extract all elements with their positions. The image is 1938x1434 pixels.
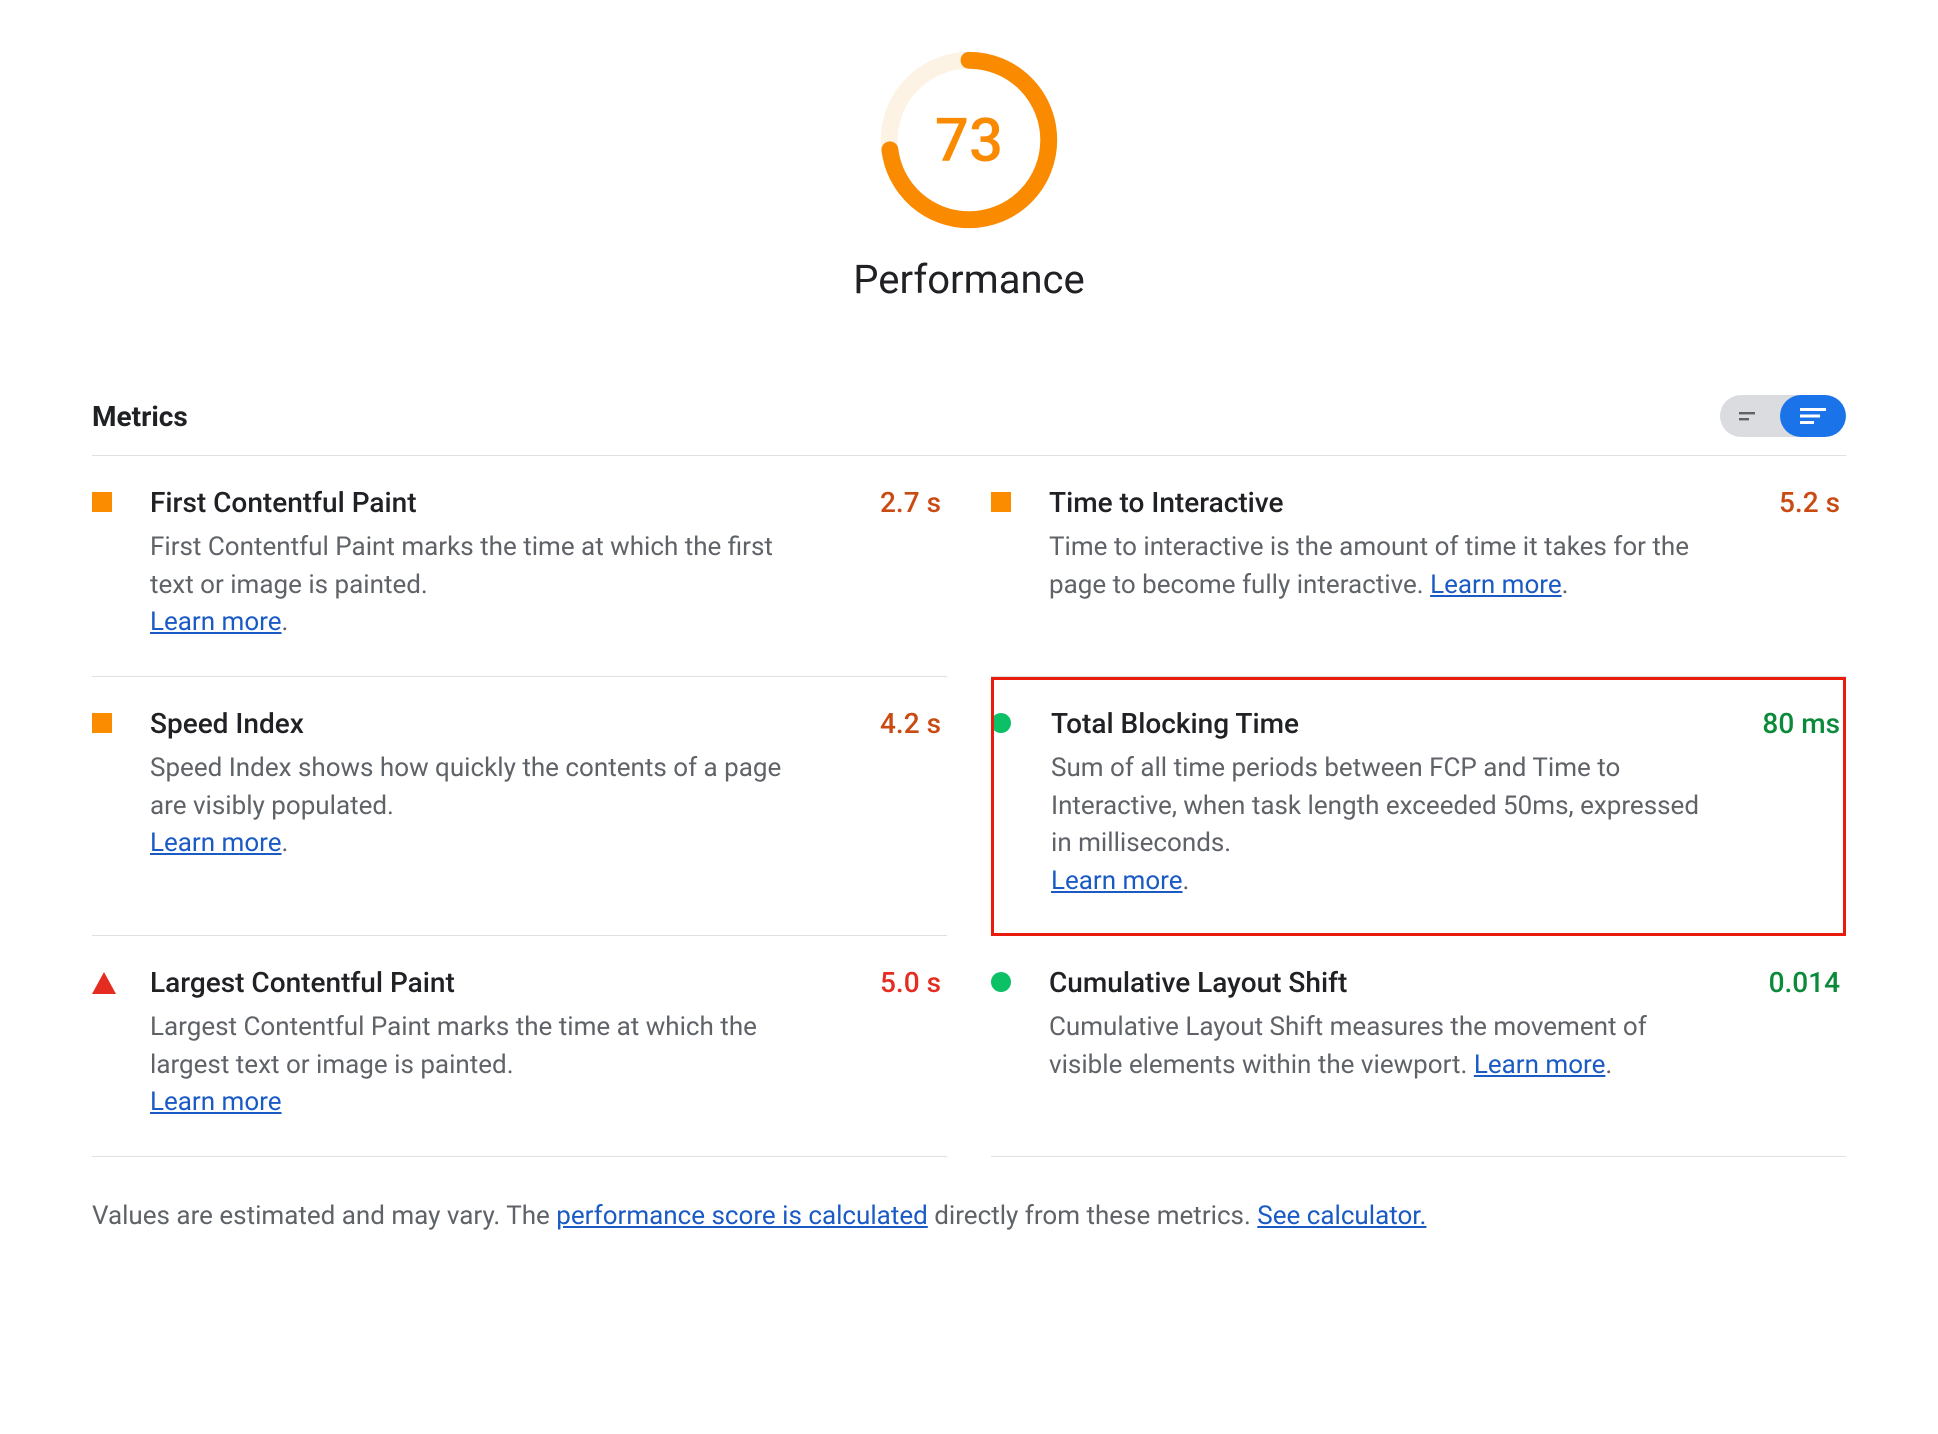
square-icon: [991, 492, 1011, 512]
triangle-icon: [92, 972, 116, 994]
footer-prefix: Values are estimated and may vary. The: [92, 1201, 556, 1231]
metric-status-icon: [92, 486, 150, 642]
metric-title: Speed Index: [150, 707, 807, 740]
metric-value: 4.2 s: [880, 707, 941, 740]
metric-status-icon: [92, 966, 150, 1122]
score-value: 73: [877, 48, 1061, 232]
learn-more-trail: .: [282, 828, 289, 858]
learn-more-link[interactable]: Learn more: [150, 828, 282, 858]
learn-more-link[interactable]: Learn more: [1051, 866, 1183, 896]
view-compact-button[interactable]: [1720, 395, 1780, 437]
metric-title: Largest Contentful Paint: [150, 966, 807, 999]
metric-status-icon: [991, 486, 1049, 642]
square-icon: [92, 713, 112, 733]
footer-middle: directly from these metrics.: [928, 1201, 1257, 1231]
metric-status-icon: [92, 707, 150, 901]
metric-description: Speed Index shows how quickly the conten…: [150, 750, 807, 863]
metric-description: Sum of all time periods between FCP and …: [1051, 750, 1706, 901]
metric-description: Cumulative Layout Shift measures the mov…: [1049, 1009, 1706, 1084]
metrics-section-title: Metrics: [92, 400, 188, 433]
gauge-label: Performance: [853, 256, 1084, 303]
footer-link-calculated[interactable]: performance score is calculated: [556, 1201, 928, 1231]
metric-si: Speed Index Speed Index shows how quickly…: [92, 677, 947, 936]
view-compact-icon: [1739, 409, 1761, 423]
metric-fcp: First Contentful Paint First Contentful P…: [92, 456, 947, 677]
metric-value: 5.0 s: [880, 966, 941, 999]
metric-title: Cumulative Layout Shift: [1049, 966, 1706, 999]
learn-more-link[interactable]: Learn more: [150, 607, 282, 637]
metric-tti: Time to Interactive Time to interactive i…: [991, 456, 1846, 677]
metric-lcp: Largest Contentful Paint Largest Contentf…: [92, 936, 947, 1157]
metric-title: First Contentful Paint: [150, 486, 807, 519]
metric-cls: Cumulative Layout Shift Cumulative Layout…: [991, 936, 1846, 1157]
square-icon: [92, 492, 112, 512]
learn-more-trail: .: [282, 607, 289, 637]
learn-more-trail: .: [1605, 1050, 1612, 1080]
view-expanded-icon: [1800, 407, 1826, 425]
metric-title: Time to Interactive: [1049, 486, 1706, 519]
view-toggle[interactable]: [1720, 395, 1846, 437]
metric-desc-text: Sum of all time periods between FCP and …: [1051, 753, 1699, 858]
metric-status-icon: [991, 707, 1049, 901]
learn-more-link[interactable]: Learn more: [1430, 570, 1562, 600]
metric-desc-text: Speed Index shows how quickly the conten…: [150, 753, 781, 821]
metrics-grid: First Contentful Paint First Contentful P…: [92, 455, 1846, 1157]
metric-tbt: Total Blocking Time Sum of all time perio…: [991, 677, 1846, 936]
circle-icon: [991, 972, 1011, 992]
metric-desc-text: Time to interactive is the amount of tim…: [1049, 532, 1689, 600]
footer-note: Values are estimated and may vary. The p…: [92, 1201, 1846, 1231]
learn-more-link[interactable]: Learn more: [150, 1087, 282, 1117]
learn-more-trail: .: [1183, 866, 1190, 896]
learn-more-link[interactable]: Learn more: [1474, 1050, 1606, 1080]
metric-value: 5.2 s: [1779, 486, 1840, 519]
metric-title: Total Blocking Time: [1051, 707, 1706, 740]
metric-desc-text: Largest Contentful Paint marks the time …: [150, 1012, 757, 1080]
metric-description: Largest Contentful Paint marks the time …: [150, 1009, 807, 1122]
performance-gauge: 73 Performance: [92, 48, 1846, 303]
metric-desc-text: First Contentful Paint marks the time at…: [150, 532, 773, 600]
footer-link-see-calculator[interactable]: See calculator.: [1257, 1201, 1426, 1231]
metric-status-icon: [991, 966, 1049, 1122]
view-expanded-button[interactable]: [1780, 395, 1846, 437]
metric-description: Time to interactive is the amount of tim…: [1049, 529, 1706, 604]
score-gauge: 73: [877, 48, 1061, 232]
circle-icon: [991, 713, 1011, 733]
metric-value: 2.7 s: [880, 486, 941, 519]
learn-more-trail: .: [1562, 570, 1569, 600]
metric-description: First Contentful Paint marks the time at…: [150, 529, 807, 642]
metric-value: 80 ms: [1762, 707, 1840, 740]
metric-value: 0.014: [1769, 966, 1840, 999]
